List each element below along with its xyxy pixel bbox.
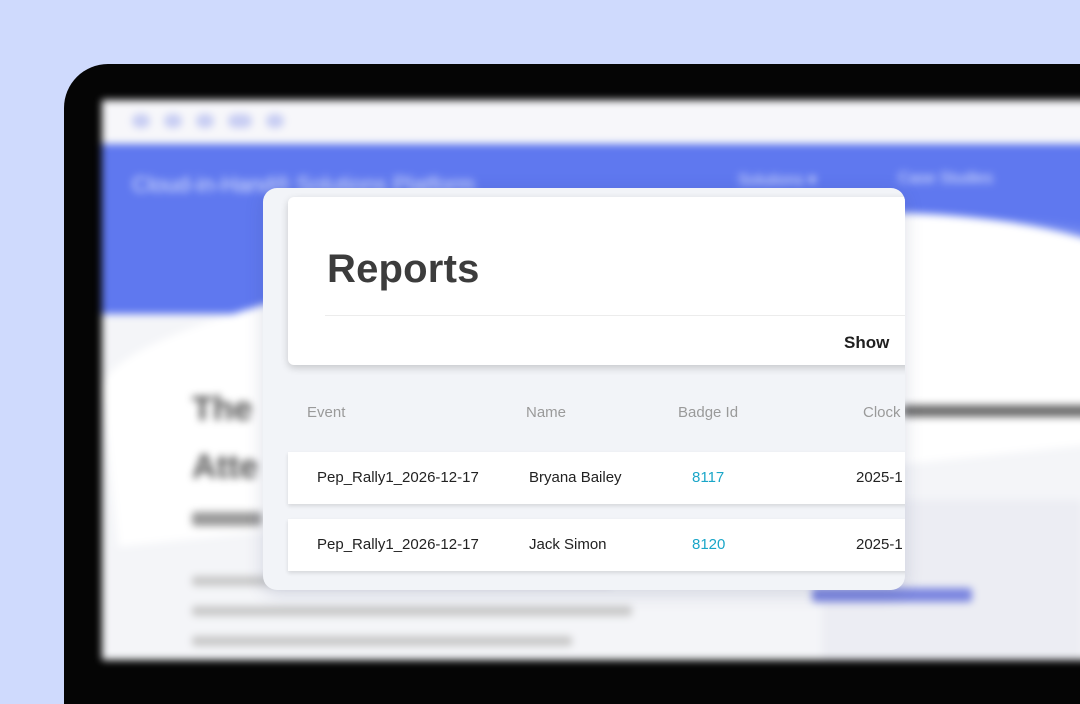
name-cell: Jack Simon	[529, 536, 607, 553]
background-subheading	[192, 512, 262, 526]
background-text-line	[192, 636, 572, 646]
background-heading: The Atte	[192, 380, 258, 496]
event-cell: Pep_Rally1_2026-12-17	[317, 469, 479, 486]
badge-id-link[interactable]: 8120	[692, 536, 725, 553]
column-header-badge-id[interactable]: Badge Id	[678, 404, 738, 421]
column-header-clock[interactable]: Clock	[863, 404, 901, 421]
browser-dot-icon	[196, 114, 214, 128]
table-row[interactable]: Pep_Rally1_2026-12-17 Bryana Bailey 8117…	[288, 452, 905, 504]
show-button[interactable]: Show	[844, 333, 889, 353]
browser-dot-icon	[164, 114, 182, 128]
background-heading-line: The	[192, 390, 253, 428]
column-header-name[interactable]: Name	[526, 404, 566, 421]
name-cell: Bryana Bailey	[529, 469, 622, 486]
background-text-line	[192, 606, 632, 616]
event-cell: Pep_Rally1_2026-12-17	[317, 536, 479, 553]
clock-cell: 2025-1	[856, 536, 903, 553]
browser-dot-icon	[266, 114, 284, 128]
nav-solutions-link[interactable]: Solutions ▾	[738, 170, 816, 190]
background-panel-bar	[902, 405, 1080, 417]
browser-toolbar	[102, 100, 1080, 142]
browser-dot-icon	[132, 114, 150, 128]
nav-case-studies-link[interactable]: Case Studies	[898, 170, 993, 188]
badge-id-link[interactable]: 8117	[692, 469, 724, 486]
reports-header: Reports Show	[288, 197, 905, 365]
background-heading-line: Atte	[192, 448, 259, 486]
background-panel-button	[812, 588, 972, 602]
header-divider	[325, 315, 905, 316]
column-header-event[interactable]: Event	[307, 404, 345, 421]
clock-cell: 2025-1	[856, 469, 903, 486]
page-title: Reports	[327, 247, 480, 291]
table-row[interactable]: Pep_Rally1_2026-12-17 Jack Simon 8120 20…	[288, 519, 905, 571]
browser-dot-icon	[228, 114, 252, 128]
reports-card: Reports Show Event Name Badge Id Clock P…	[263, 188, 905, 590]
